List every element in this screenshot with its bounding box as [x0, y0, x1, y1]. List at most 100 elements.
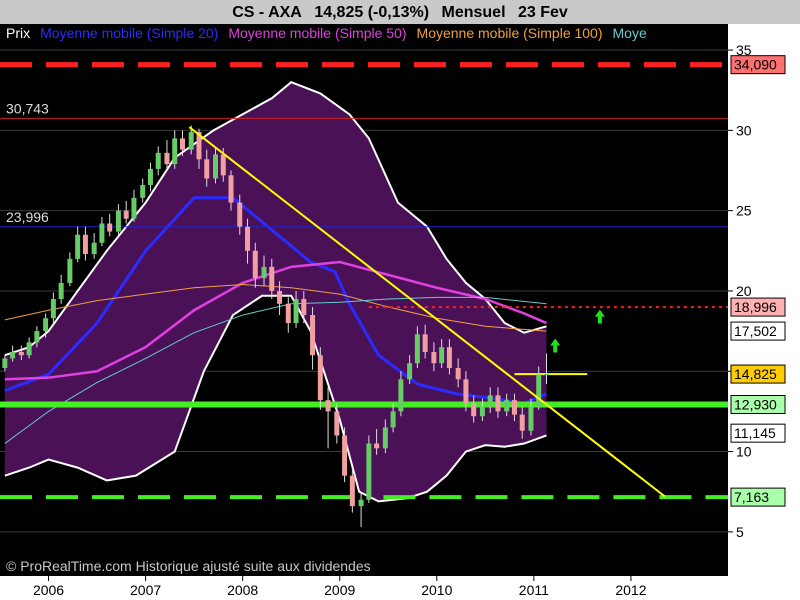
legend: Prix Moyenne mobile (Simple 20) Moyenne mo… [6, 25, 647, 41]
candle-body [439, 347, 445, 364]
last-price: 14,825 (-0,13%) [314, 4, 430, 21]
x-tick-label: 2008 [227, 582, 258, 598]
level-value-label: 11,145 [734, 425, 776, 441]
candle-body [147, 168, 153, 185]
x-axis-panel [0, 576, 800, 600]
candle-body [261, 266, 267, 279]
candle-body [237, 202, 243, 227]
candle-body [374, 443, 380, 449]
candle-body [398, 379, 404, 412]
candle-body [58, 282, 64, 299]
candle-body [301, 298, 307, 316]
candle-body [543, 374, 549, 376]
candle-body [115, 210, 121, 232]
candle-body [34, 331, 40, 343]
candle-body [123, 210, 129, 219]
candle-body [495, 395, 501, 412]
candle-body [528, 406, 534, 431]
candle-body [91, 242, 97, 255]
candle-body [99, 223, 105, 243]
candle-body [463, 379, 469, 404]
candle-body [228, 175, 234, 203]
candle-body [536, 374, 542, 407]
legend-item-3: Moyenne mobile (Simple 50) [228, 25, 406, 41]
candle-body [349, 475, 355, 507]
candle-body [414, 334, 420, 364]
candle-body [140, 184, 146, 198]
candle-body [252, 250, 258, 279]
candle-body [285, 303, 291, 324]
candle-body [504, 400, 510, 412]
candle-body [479, 406, 485, 417]
candle-body [220, 154, 226, 176]
level-value-label: 18,996 [734, 299, 777, 315]
candle-body [18, 351, 24, 356]
candle-body [172, 138, 178, 165]
candle-body [277, 290, 283, 304]
candle-body [179, 138, 185, 150]
candle-body [407, 363, 413, 380]
candle-body [2, 358, 8, 369]
chart-header: CS - AXA 14,825 (-0,13%) Mensuel 23 Fev [0, 0, 800, 24]
candle-body [431, 351, 437, 364]
candle-body [334, 411, 340, 436]
candle-body [155, 152, 161, 169]
level-value-label: 12,930 [734, 396, 777, 412]
candle-body [75, 234, 81, 259]
candle-body [188, 131, 194, 150]
candle-body [67, 258, 73, 283]
legend-item-2: Moyenne mobile (Simple 20) [40, 25, 218, 41]
candle-body [511, 400, 517, 415]
level-value-label: 30,743 [6, 100, 49, 116]
candle-body [204, 159, 210, 179]
legend-item-1: Prix [6, 25, 30, 41]
candle [342, 427, 348, 483]
level-value-label: 17,502 [734, 323, 777, 339]
candle-body [107, 223, 113, 232]
candle-body [43, 318, 49, 332]
level-value-label: 14,825 [734, 366, 777, 382]
candle-body [164, 152, 170, 165]
candle-body [342, 435, 348, 476]
candle-body [82, 234, 88, 255]
candle-body [10, 351, 16, 359]
y-tick-label: 30 [736, 122, 752, 138]
candle [366, 435, 372, 503]
candle-body [293, 298, 299, 324]
candle-body [245, 226, 251, 251]
candle-body [317, 355, 323, 401]
candle-body [212, 154, 218, 179]
candle-body [26, 342, 32, 356]
level-value-label: 7,163 [734, 489, 769, 505]
price-chart[interactable]: Prix Moyenne mobile (Simple 20) Moyenne mo… [0, 24, 800, 600]
candle-body [269, 266, 275, 291]
y-tick-label: 25 [736, 203, 752, 219]
period-label: Mensuel [441, 4, 506, 21]
x-tick-label: 2010 [421, 582, 452, 598]
x-tick-label: 2007 [130, 582, 161, 598]
candle-body [310, 315, 316, 356]
candle-body [358, 499, 364, 507]
legend-item-5: Moye [613, 25, 647, 41]
candle-body [131, 197, 137, 219]
candle-body [366, 443, 372, 500]
candle-body [519, 414, 525, 431]
y-tick-label: 20 [736, 283, 752, 299]
instrument-name: CS - AXA [232, 4, 302, 21]
candle-body [487, 395, 493, 407]
x-tick-label: 2006 [33, 582, 64, 598]
watermark: © ProRealTime.com Historique ajusté suit… [6, 558, 371, 574]
candle-body [390, 411, 396, 428]
x-tick-label: 2011 [519, 582, 549, 598]
candle-body [471, 403, 477, 417]
level-value-label: 34,090 [734, 57, 777, 73]
candle-body [50, 298, 56, 319]
candle-body [325, 400, 331, 412]
x-tick-label: 2009 [324, 582, 355, 598]
candle-body [382, 427, 388, 449]
level-value-label: 23,996 [6, 209, 49, 225]
y-tick-label: 10 [736, 444, 752, 460]
x-tick-label: 2012 [615, 582, 646, 598]
candle-body [422, 334, 428, 352]
date-label: 23 Fev [517, 4, 568, 21]
